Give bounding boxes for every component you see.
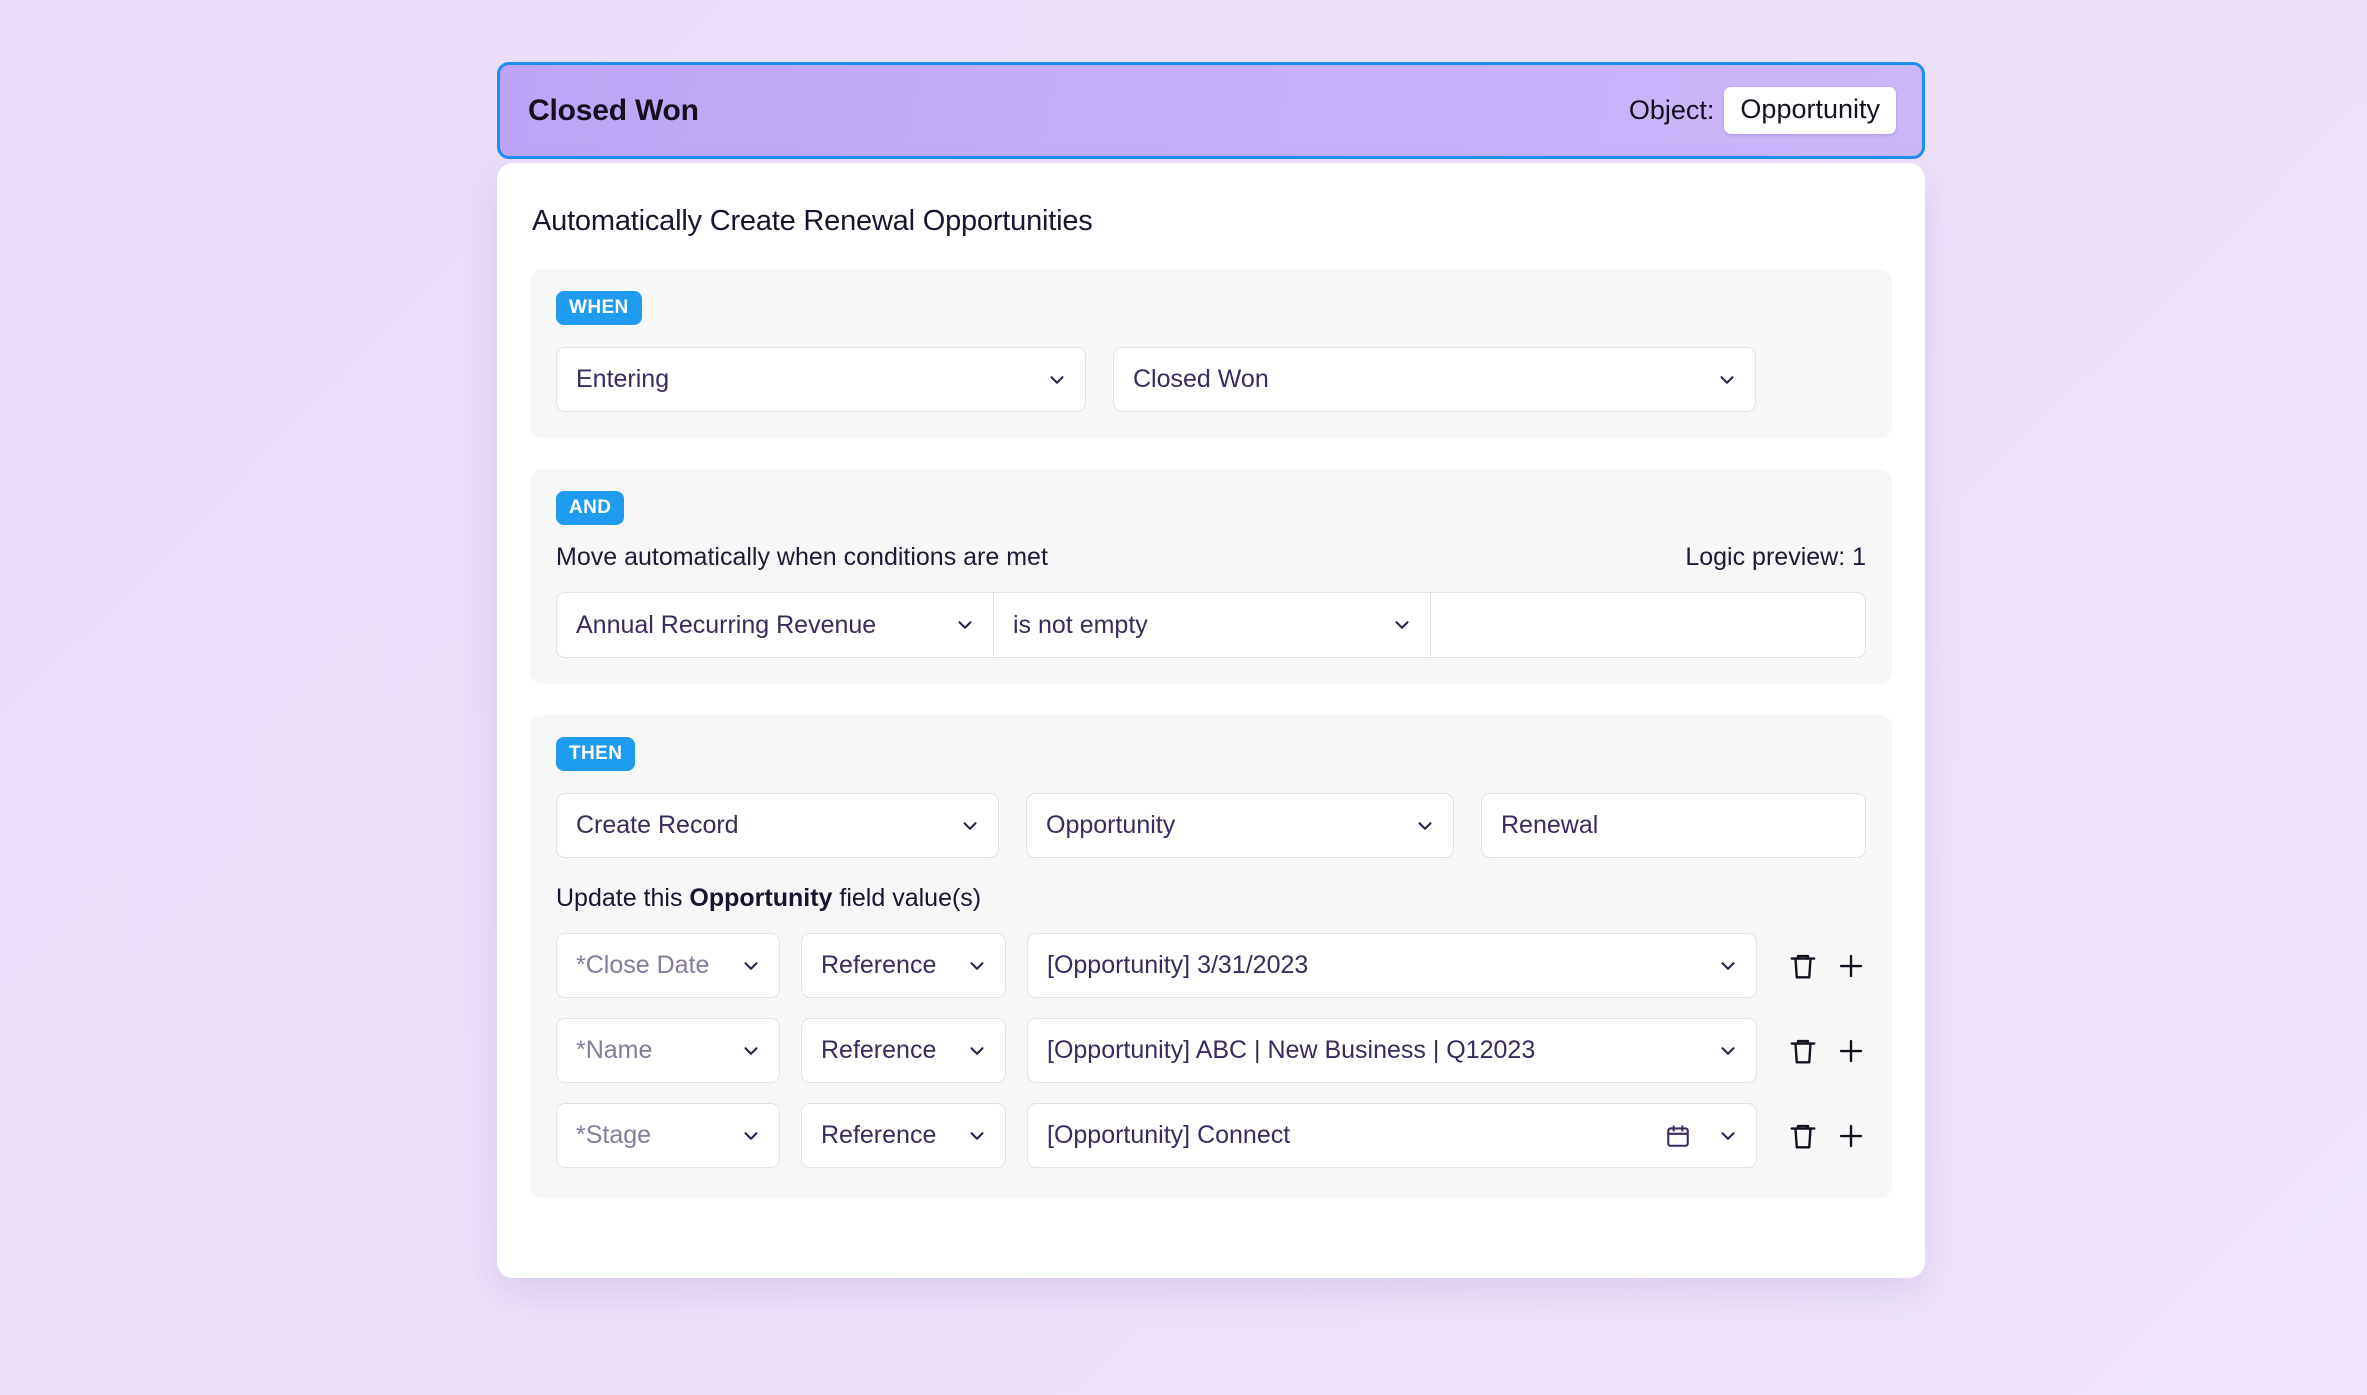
when-stage-select[interactable]: Closed Won — [1113, 347, 1756, 412]
trash-icon[interactable] — [1788, 1121, 1818, 1151]
row-actions — [1778, 1036, 1866, 1066]
chevron-down-icon — [966, 955, 988, 977]
and-description: Move automatically when conditions are m… — [556, 543, 1048, 571]
table-row: *Close Date Reference [Opportunity] 3/31… — [556, 933, 1866, 998]
condition-field-select[interactable]: Annual Recurring Revenue — [557, 593, 994, 657]
condition-operator-select[interactable]: is not empty — [994, 593, 1431, 657]
automation-card: Automatically Create Renewal Opportuniti… — [497, 163, 1925, 1278]
update-fields-label: Update this Opportunity field value(s) — [556, 884, 1866, 913]
chevron-down-icon — [1717, 1125, 1739, 1147]
trash-icon[interactable] — [1788, 951, 1818, 981]
mapping-value-select[interactable]: [Opportunity] ABC | New Business | Q1202… — [1027, 1018, 1757, 1083]
mapping-field-select[interactable]: *Stage — [556, 1103, 780, 1168]
mapping-source-select[interactable]: Reference — [801, 1103, 1006, 1168]
when-section: WHEN Entering Closed Won — [530, 269, 1892, 438]
then-record-name-input[interactable]: Renewal — [1481, 793, 1866, 858]
mapping-source-select[interactable]: Reference — [801, 933, 1006, 998]
then-record-type-select[interactable]: Opportunity — [1026, 793, 1454, 858]
when-event-value: Entering — [576, 365, 670, 393]
when-stage-value: Closed Won — [1133, 365, 1269, 393]
update-label-suffix: field value(s) — [832, 884, 982, 912]
stage-header: Closed Won Object: Opportunity — [497, 62, 1925, 159]
plus-icon[interactable] — [1836, 1036, 1866, 1066]
when-event-select[interactable]: Entering — [556, 347, 1086, 412]
chevron-down-icon — [1716, 369, 1738, 391]
then-badge: THEN — [556, 737, 636, 771]
and-section: AND Move automatically when conditions a… — [530, 469, 1892, 684]
condition-row: Annual Recurring Revenue is not empty — [556, 592, 1866, 658]
mapping-field-select[interactable]: *Close Date — [556, 933, 780, 998]
mapping-value-select[interactable]: [Opportunity] Connect — [1027, 1103, 1757, 1168]
and-badge: AND — [556, 491, 625, 525]
condition-field-value: Annual Recurring Revenue — [576, 610, 877, 639]
then-record-type-value: Opportunity — [1046, 811, 1176, 839]
chevron-down-icon — [1391, 614, 1413, 636]
table-row: *Name Reference [Opportunity] ABC | New … — [556, 1018, 1866, 1083]
object-value-pill[interactable]: Opportunity — [1724, 87, 1896, 134]
mapping-value-icons — [1705, 955, 1739, 977]
mapping-source-value: Reference — [821, 1036, 937, 1064]
then-action-value: Create Record — [576, 811, 739, 839]
mapping-source-value: Reference — [821, 1121, 937, 1149]
condition-value-input[interactable] — [1431, 593, 1865, 657]
plus-icon[interactable] — [1836, 951, 1866, 981]
object-label: Object: — [1628, 95, 1715, 125]
app-canvas: Closed Won Object: Opportunity Automatic… — [0, 0, 2367, 1395]
object-selector: Object: Opportunity — [1629, 87, 1896, 134]
chevron-down-icon — [1717, 955, 1739, 977]
calendar-icon[interactable] — [1665, 1123, 1691, 1149]
mapping-value-text: [Opportunity] Connect — [1047, 1121, 1291, 1149]
mapping-field-value: *Stage — [576, 1121, 652, 1149]
chevron-down-icon — [740, 955, 762, 977]
then-section: THEN Create Record Opportunity Renewal U… — [530, 715, 1892, 1198]
mapping-value-text: [Opportunity] ABC | New Business | Q1202… — [1047, 1036, 1536, 1064]
update-label-prefix: Update this — [556, 884, 690, 912]
chevron-down-icon — [740, 1125, 762, 1147]
row-actions — [1778, 951, 1866, 981]
row-actions — [1778, 1121, 1866, 1151]
mapping-source-value: Reference — [821, 951, 937, 979]
update-label-object: Opportunity — [689, 884, 833, 912]
when-badge: WHEN — [556, 291, 642, 325]
then-action-select[interactable]: Create Record — [556, 793, 999, 858]
mapping-field-value: *Name — [576, 1036, 653, 1064]
condition-operator-value: is not empty — [1013, 610, 1148, 639]
then-controls: Create Record Opportunity Renewal — [556, 793, 1866, 858]
then-record-name-value: Renewal — [1501, 811, 1599, 839]
mapping-field-select[interactable]: *Name — [556, 1018, 780, 1083]
chevron-down-icon — [1717, 1040, 1739, 1062]
plus-icon[interactable] — [1836, 1121, 1866, 1151]
chevron-down-icon — [1046, 369, 1068, 391]
chevron-down-icon — [966, 1125, 988, 1147]
page-title: Automatically Create Renewal Opportuniti… — [532, 205, 1093, 237]
mapping-field-value: *Close Date — [576, 951, 710, 979]
stage-title: Closed Won — [528, 93, 699, 127]
logic-preview: Logic preview: 1 — [1685, 543, 1866, 571]
chevron-down-icon — [966, 1040, 988, 1062]
chevron-down-icon — [740, 1040, 762, 1062]
mapping-value-icons — [1705, 1040, 1739, 1062]
and-meta: Move automatically when conditions are m… — [556, 543, 1866, 572]
mapping-value-icons — [1665, 1123, 1739, 1149]
chevron-down-icon — [959, 815, 981, 837]
chevron-down-icon — [954, 614, 976, 636]
mapping-source-select[interactable]: Reference — [801, 1018, 1006, 1083]
chevron-down-icon — [1414, 815, 1436, 837]
table-row: *Stage Reference [Opportunity] Connect — [556, 1103, 1866, 1168]
mapping-value-select[interactable]: [Opportunity] 3/31/2023 — [1027, 933, 1757, 998]
trash-icon[interactable] — [1788, 1036, 1818, 1066]
when-controls: Entering Closed Won — [556, 347, 1866, 412]
mapping-value-text: [Opportunity] 3/31/2023 — [1047, 951, 1309, 979]
